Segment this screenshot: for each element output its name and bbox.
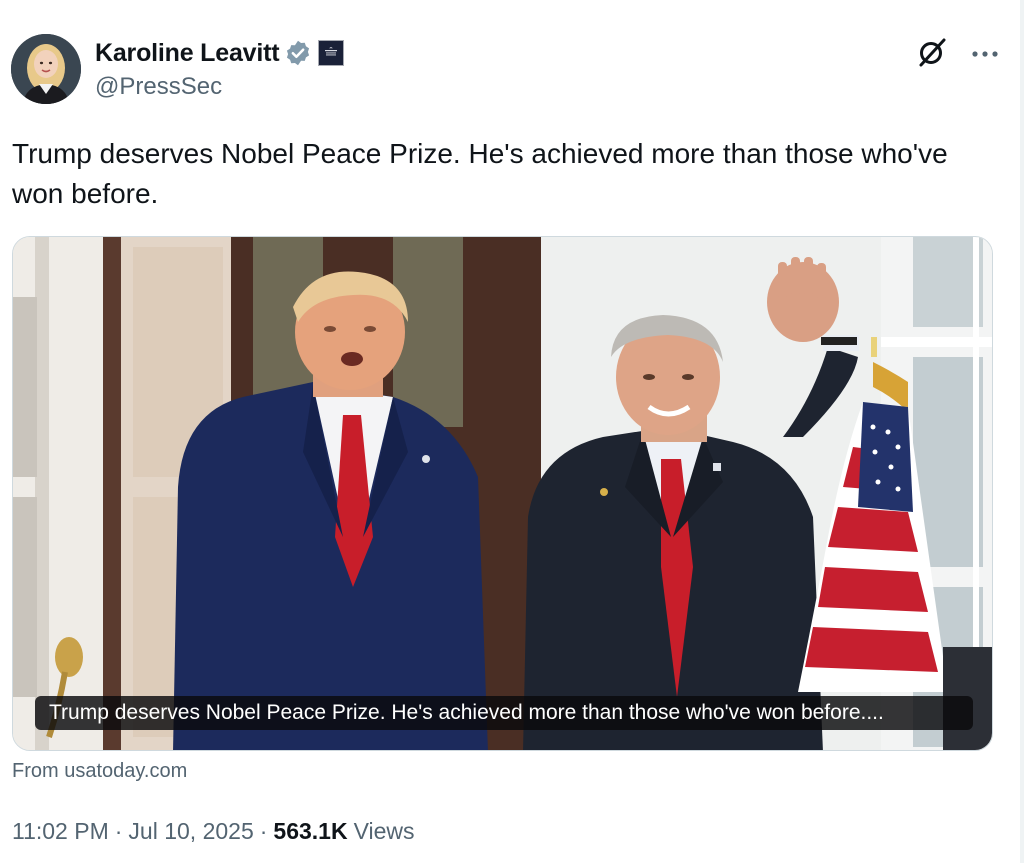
media-photo: [13, 237, 992, 750]
right-border: [1020, 0, 1024, 863]
display-name[interactable]: Karoline Leavitt: [95, 39, 280, 68]
tweet-header: Karoline Leavitt @PressSec: [11, 34, 1001, 106]
author-names: Karoline Leavitt @PressSec: [95, 37, 345, 101]
verified-badge-icon: [284, 39, 312, 67]
media-caption: Trump deserves Nobel Peace Prize. He's a…: [35, 696, 973, 730]
media-source-link[interactable]: From usatoday.com: [12, 760, 187, 783]
meta-separator: ·: [114, 818, 123, 844]
tweet-time[interactable]: 11:02 PM: [12, 818, 109, 845]
meta-separator: ·: [259, 818, 268, 844]
media-card[interactable]: Trump deserves Nobel Peace Prize. He's a…: [12, 236, 993, 751]
grok-icon[interactable]: [916, 36, 948, 68]
avatar[interactable]: [11, 34, 81, 104]
views-count[interactable]: 563.1K: [273, 818, 347, 845]
more-icon[interactable]: [969, 38, 1003, 66]
tweet-date[interactable]: Jul 10, 2025: [128, 818, 253, 845]
views-label: Views: [353, 818, 415, 844]
white-house-affiliation-icon[interactable]: [318, 40, 345, 66]
handle[interactable]: @PressSec: [95, 73, 344, 101]
tweet-meta: 11:02 PM · Jul 10, 2025 · 563.1K Views: [12, 818, 415, 845]
tweet-text: Trump deserves Nobel Peace Prize. He's a…: [12, 138, 948, 209]
